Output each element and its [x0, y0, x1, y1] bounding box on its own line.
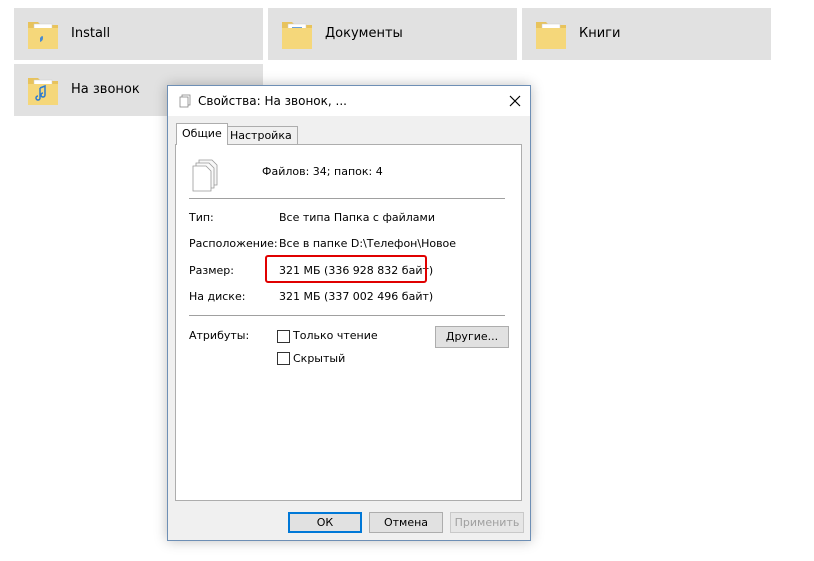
- separator: [189, 315, 505, 316]
- folder-music-icon: [28, 78, 58, 105]
- apply-button[interactable]: Применить: [450, 512, 524, 533]
- on-disk-value: 321 МБ (337 002 496 байт): [279, 290, 434, 303]
- files-count: Файлов: 34; папок: 4: [262, 165, 383, 178]
- attributes-label: Атрибуты:: [189, 329, 250, 342]
- tab-customize[interactable]: Настройка: [224, 126, 298, 144]
- size-label: Размер:: [189, 264, 234, 277]
- properties-dialog: Свойства: На звонок, ... Общие Настройка…: [167, 85, 531, 541]
- folder-label: На звонок: [71, 82, 140, 97]
- location-label: Расположение:: [189, 237, 278, 250]
- separator: [189, 198, 505, 199]
- on-disk-label: На диске:: [189, 290, 246, 303]
- folder-tile-install[interactable]: Install: [14, 8, 263, 60]
- documents-icon: [179, 94, 191, 108]
- general-panel: Файлов: 34; папок: 4 Тип: Все типа Папка…: [175, 144, 522, 501]
- folder-tile-documents[interactable]: Документы: [268, 8, 517, 60]
- highlight-box: [265, 255, 427, 283]
- ok-button[interactable]: ОК: [288, 512, 362, 533]
- hidden-label[interactable]: Скрытый: [293, 352, 345, 365]
- cancel-button[interactable]: Отмена: [369, 512, 443, 533]
- type-label: Тип:: [189, 211, 214, 224]
- hidden-checkbox[interactable]: [277, 352, 290, 365]
- other-attributes-button[interactable]: Другие...: [435, 326, 509, 348]
- folder-documents-icon: [282, 22, 312, 49]
- readonly-checkbox[interactable]: [277, 330, 290, 343]
- dialog-titlebar[interactable]: Свойства: На звонок, ...: [168, 86, 530, 116]
- folder-icon: [536, 22, 566, 49]
- folder-label: Книги: [579, 26, 621, 41]
- close-icon[interactable]: [500, 86, 530, 116]
- multiple-files-icon: [192, 159, 218, 192]
- tab-general[interactable]: Общие: [176, 123, 228, 145]
- location-value: Все в папке D:\Телефон\Новое: [279, 237, 457, 250]
- folder-tile-books[interactable]: Книги: [522, 8, 771, 60]
- readonly-label[interactable]: Только чтение: [293, 329, 378, 342]
- folder-label: Документы: [325, 26, 403, 41]
- folder-icon: [28, 22, 58, 49]
- type-value: Все типа Папка с файлами: [279, 211, 435, 224]
- dialog-title: Свойства: На звонок, ...: [198, 94, 347, 108]
- folder-label: Install: [71, 26, 111, 41]
